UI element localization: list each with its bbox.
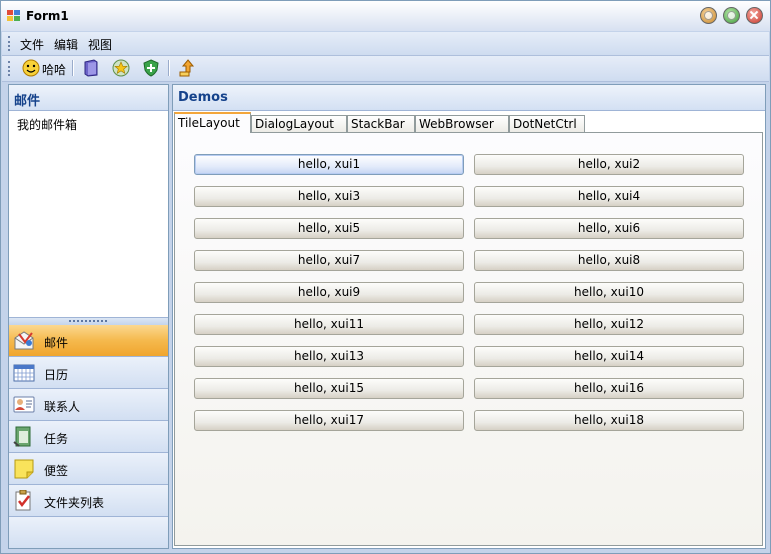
nav-label-contacts: 联系人 [44,400,81,414]
toolbar: 哈哈 [2,56,769,82]
tile-button[interactable]: hello, xui3 [194,186,464,207]
demos-pane-title: Demos [178,90,228,105]
tile-button[interactable]: hello, xui18 [474,410,744,431]
calendar-icon [13,364,35,382]
navigation-pane-title: 邮件 [14,94,41,109]
nav-label-notes: 便签 [44,464,69,478]
toolbar-separator [72,60,74,76]
nav-label-mail: 邮件 [44,336,69,350]
nav-button-calendar[interactable]: 日历 [9,357,168,389]
minimize-icon [704,11,713,20]
splitter-grip [69,320,107,323]
tile-button[interactable]: hello, xui13 [194,346,464,367]
tile-button[interactable]: hello, xui8 [474,250,744,271]
book-icon[interactable] [82,59,100,77]
close-button[interactable] [746,7,763,24]
shield-icon[interactable] [142,59,160,77]
close-icon [750,11,759,20]
menu-view[interactable]: 视图 [88,36,112,53]
tab-stackbar[interactable]: StackBar [347,115,415,132]
smiley-icon[interactable] [22,59,40,77]
maximize-icon [727,11,736,20]
tile-button[interactable]: hello, xui2 [474,154,744,175]
tile-button[interactable]: hello, xui15 [194,378,464,399]
tab-dotnetctrl[interactable]: DotNetCtrl [509,115,585,132]
tile-button[interactable]: hello, xui17 [194,410,464,431]
title-bar[interactable]: Form1 [1,1,770,31]
tile-button[interactable]: hello, xui4 [474,186,744,207]
tab-webbrowser[interactable]: WebBrowser [415,115,509,132]
menu-file[interactable]: 文件 [20,36,44,53]
tile-button[interactable]: hello, xui5 [194,218,464,239]
tile-button[interactable]: hello, xui11 [194,314,464,335]
haha-button-label[interactable]: 哈哈 [42,61,66,78]
nav-button-tasks[interactable]: 任务 [9,421,168,453]
menu-grip[interactable] [8,36,12,51]
demos-pane: Demos TileLayout DialogLayout StackBar W… [172,84,766,549]
notes-icon [14,459,34,479]
tile-button[interactable]: hello, xui9 [194,282,464,303]
toolbar-grip[interactable] [8,61,12,76]
tile-button[interactable]: hello, xui6 [474,218,744,239]
tile-button[interactable]: hello, xui7 [194,250,464,271]
nav-label-tasks: 任务 [44,432,69,446]
maximize-button[interactable] [723,7,740,24]
demos-pane-header: Demos [173,85,765,111]
app-icon [7,10,20,21]
window-title: Form1 [26,9,69,23]
tab-strip: TileLayout DialogLayout StackBar WebBrow… [173,111,765,133]
tile-button[interactable]: hello, xui10 [474,282,744,303]
nav-overflow-area [9,517,168,548]
menu-edit[interactable]: 编辑 [54,36,78,53]
mail-icon [14,331,34,350]
menu-bar: 文件 编辑 视图 [2,32,769,56]
tile-button[interactable]: hello, xui12 [474,314,744,335]
contacts-icon [13,396,35,413]
tab-dialoglayout[interactable]: DialogLayout [251,115,347,132]
nav-label-folder-list: 文件夹列表 [44,496,105,510]
nav-button-contacts[interactable]: 联系人 [9,389,168,421]
tile-layout-page: hello, xui1 hello, xui2 hello, xui3 hell… [174,132,763,546]
navigation-pane-header: 邮件 [9,85,168,111]
minimize-button[interactable] [700,7,717,24]
up-arrow-icon[interactable] [178,59,196,77]
tile-button[interactable]: hello, xui14 [474,346,744,367]
tree-item-my-mailbox[interactable]: 我的邮件箱 [17,116,77,133]
nav-label-calendar: 日历 [44,368,69,382]
nav-button-mail[interactable]: 邮件 [9,325,168,357]
tab-tilelayout[interactable]: TileLayout [174,112,251,133]
nav-button-folder-list[interactable]: 文件夹列表 [9,485,168,517]
tile-button[interactable]: hello, xui1 [194,154,464,175]
star-icon[interactable] [112,59,130,77]
tile-button[interactable]: hello, xui16 [474,378,744,399]
folder-list-icon [15,490,31,511]
main-window: Form1 文件 编辑 视图 哈哈 邮件 我的邮件箱 邮件 日历 联系人 任务 … [0,0,771,554]
nav-button-notes[interactable]: 便签 [9,453,168,485]
tasks-icon [13,426,31,447]
toolbar-separator [168,60,170,76]
navigation-pane: 邮件 我的邮件箱 邮件 日历 联系人 任务 便签 文件夹列表 [8,84,169,549]
